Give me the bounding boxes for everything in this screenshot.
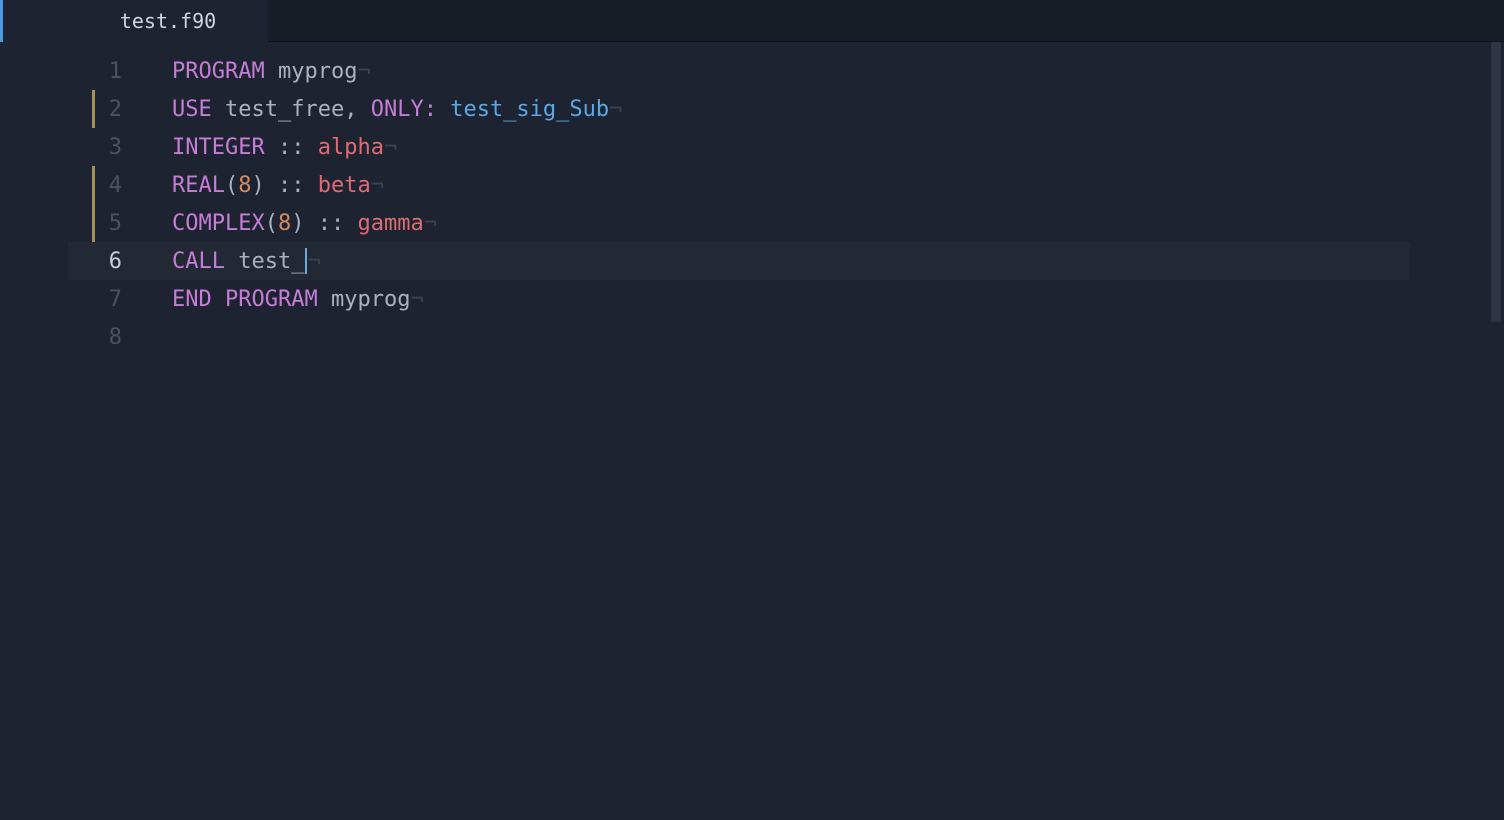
eol-marker: ¬: [357, 59, 370, 84]
scrollbar-vertical-thumb[interactable]: [1491, 42, 1501, 322]
line-number: 3: [68, 135, 132, 160]
code-line[interactable]: 8: [68, 318, 1504, 356]
modified-marker: [92, 166, 95, 204]
program-name: myprog: [331, 287, 410, 312]
imported-name: test_sig_Sub: [450, 97, 609, 122]
eol-marker: ¬: [371, 173, 384, 198]
eol-marker: ¬: [609, 97, 622, 122]
modified-marker: [92, 90, 95, 128]
module-name: test_free: [225, 97, 344, 122]
tab-empty-area[interactable]: [268, 0, 1504, 42]
minimap[interactable]: [1410, 42, 1490, 812]
eol-marker: ¬: [424, 211, 437, 236]
line-number: 5: [68, 211, 132, 236]
line-number: 2: [68, 97, 132, 122]
editor-content[interactable]: 1 PROGRAM myprog¬ 2 USE test_free, ONLY:…: [68, 42, 1504, 820]
tab-bar: test.f90: [0, 0, 1504, 42]
line-number: 6: [68, 249, 132, 274]
keyword: PROGRAM: [172, 59, 265, 84]
line-number: 1: [68, 59, 132, 84]
editor-left-strip: [0, 42, 68, 820]
code-text[interactable]: CALL test_¬: [172, 248, 321, 274]
call-target: test_: [238, 249, 304, 274]
kind-literal: 8: [278, 211, 291, 236]
keyword: END: [172, 287, 212, 312]
kind-literal: 8: [238, 173, 251, 198]
code-line[interactable]: 7 END PROGRAM myprog¬: [68, 280, 1504, 318]
editor[interactable]: 1 PROGRAM myprog¬ 2 USE test_free, ONLY:…: [0, 42, 1504, 820]
program-name: myprog: [278, 59, 357, 84]
keyword: PROGRAM: [225, 287, 318, 312]
code-line-active[interactable]: 6 CALL test_¬: [68, 242, 1504, 280]
code-text[interactable]: END PROGRAM myprog¬: [172, 287, 424, 312]
code-text[interactable]: USE test_free, ONLY: test_sig_Sub¬: [172, 97, 622, 122]
line-number: 7: [68, 287, 132, 312]
variable-name: alpha: [318, 135, 384, 160]
code-line[interactable]: 4 REAL(8) :: beta¬: [68, 166, 1504, 204]
variable-name: gamma: [357, 211, 423, 236]
code-line[interactable]: 3 INTEGER :: alpha¬: [68, 128, 1504, 166]
code-text[interactable]: INTEGER :: alpha¬: [172, 135, 397, 160]
code-line[interactable]: 5 COMPLEX(8) :: gamma¬: [68, 204, 1504, 242]
tab-active-indicator: [0, 0, 68, 42]
variable-name: beta: [318, 173, 371, 198]
scrollbar-horizontal-track[interactable]: [68, 810, 1490, 820]
keyword: CALL: [172, 249, 225, 274]
type-keyword: COMPLEX: [172, 211, 265, 236]
type-keyword: INTEGER: [172, 135, 265, 160]
code-line[interactable]: 1 PROGRAM myprog¬: [68, 52, 1504, 90]
tab-filename: test.f90: [120, 9, 216, 33]
eol-marker: ¬: [384, 135, 397, 160]
keyword: USE: [172, 97, 212, 122]
code-text[interactable]: COMPLEX(8) :: gamma¬: [172, 211, 437, 236]
type-keyword: REAL: [172, 173, 225, 198]
line-number: 8: [68, 325, 132, 350]
code-text[interactable]: REAL(8) :: beta¬: [172, 173, 384, 198]
code-text[interactable]: PROGRAM myprog¬: [172, 59, 371, 84]
eol-marker: ¬: [410, 287, 423, 312]
modified-marker: [92, 204, 95, 242]
code-rows[interactable]: 1 PROGRAM myprog¬ 2 USE test_free, ONLY:…: [68, 42, 1504, 356]
only-keyword: ONLY: [371, 97, 424, 122]
line-number: 4: [68, 173, 132, 198]
eol-marker: ¬: [307, 249, 320, 274]
scrollbar-vertical-track[interactable]: [1490, 42, 1504, 812]
code-line[interactable]: 2 USE test_free, ONLY: test_sig_Sub¬: [68, 90, 1504, 128]
tab-test-f90[interactable]: test.f90: [68, 0, 268, 42]
